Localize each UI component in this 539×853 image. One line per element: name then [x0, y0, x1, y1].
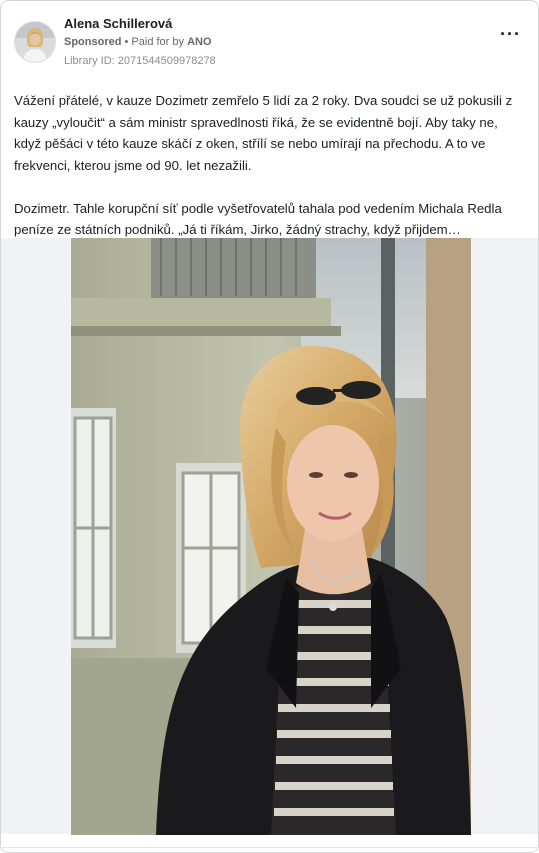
author-name[interactable]: Alena Schillerová [64, 16, 172, 31]
sponsored-line: Sponsored • Paid for by ANO [64, 36, 212, 48]
more-options-icon[interactable]: ··· [500, 25, 521, 43]
avatar-image [15, 22, 55, 62]
paid-for-by: ANO [187, 36, 212, 48]
paid-for-prefix: • Paid for by [124, 36, 185, 48]
ad-card: Alena Schillerová Sponsored • Paid for b… [0, 0, 539, 853]
post-text: Vážení přátelé, v kauze Dozimetr zemřelo… [14, 90, 526, 241]
card-bottom-divider [1, 847, 538, 848]
post-header: Alena Schillerová Sponsored • Paid for b… [14, 15, 529, 75]
portrait-image [71, 238, 471, 835]
post-paragraph-2: Dozimetr. Tahle korupční síť podle vyšet… [14, 200, 502, 238]
sponsored-label: Sponsored [64, 36, 122, 48]
library-id: Library ID: 2071544509978278 [64, 55, 216, 67]
avatar[interactable] [14, 21, 56, 63]
post-paragraph-1: Vážení přátelé, v kauze Dozimetr zemřelo… [14, 93, 513, 173]
post-photo[interactable] [71, 238, 471, 835]
